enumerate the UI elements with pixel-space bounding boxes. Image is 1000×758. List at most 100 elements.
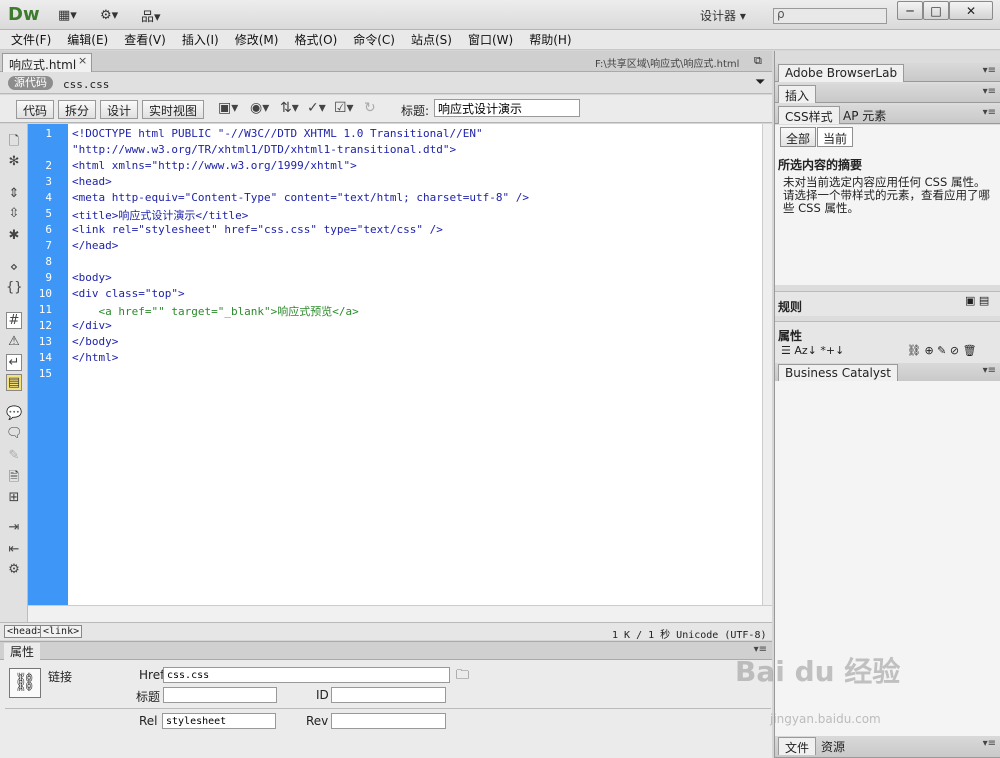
document-toolbar: 代码 拆分 设计 实时视图 ▣▾ ◉▾ ⇅▾ ✓▾ ☑▾ ↻ 标题: <box>0 95 772 123</box>
code-line: <!DOCTYPE html PUBLIC "-//W3C//DTD XHTML… <box>72 127 483 140</box>
help-search-input[interactable]: ρ <box>773 7 887 24</box>
file-management-icon[interactable]: ⇅▾ <box>280 100 299 116</box>
baidu-watermark: Bai du 经验 <box>735 655 901 688</box>
menu-view[interactable]: 查看(V) <box>124 31 166 48</box>
wrap-tag-icon[interactable]: ✎ <box>6 448 22 463</box>
expand-all-icon[interactable]: ✱ <box>6 228 22 243</box>
select-parent-tag-icon[interactable]: ⋄ <box>6 260 22 275</box>
files-tab[interactable]: 文件 <box>778 737 817 755</box>
related-file-css[interactable]: css.css <box>63 78 109 91</box>
panel-menu-icon[interactable]: ▾≡ <box>983 107 996 118</box>
open-documents-icon[interactable]: 🗋 <box>6 132 22 154</box>
source-code-button[interactable]: 源代码 <box>8 76 53 90</box>
show-code-navigator-icon[interactable]: ✻ <box>6 154 22 169</box>
live-view-button[interactable]: 实时视图 <box>142 100 205 119</box>
css-action-icons[interactable]: ⛓ ⊕ ✎ ⊘ 🗑 <box>907 344 977 357</box>
css-styles-tab[interactable]: CSS样式 <box>778 106 840 124</box>
indent-code-icon[interactable]: ⇥ <box>6 520 22 535</box>
rules-title: 规则 <box>778 300 803 314</box>
properties-tab[interactable]: 属性 <box>4 643 41 660</box>
browserlab-tab[interactable]: Adobe BrowserLab <box>778 64 905 82</box>
workspace-switcher[interactable]: 设计器 ▾ <box>700 7 746 24</box>
panel-menu-icon[interactable]: ▾≡ <box>983 65 996 76</box>
layout-icon[interactable]: ▦▾ <box>58 6 77 24</box>
format-source-icon[interactable]: ⚙ <box>6 562 22 577</box>
line-number: 7 <box>45 239 52 252</box>
code-view-button[interactable]: 代码 <box>16 100 55 119</box>
syntax-coloring-icon[interactable]: ▤ <box>6 374 22 391</box>
document-path: F:\共享区域\响应式\响应式.html <box>595 59 740 70</box>
files-panel-header: 文件 资源 ▾≡ <box>775 736 1000 758</box>
rel-input[interactable] <box>162 713 276 729</box>
browser-preview-icon[interactable]: ◉▾ <box>250 100 269 116</box>
href-input[interactable] <box>163 667 450 683</box>
related-files-bar: 源代码 css.css ⏷ <box>0 72 772 94</box>
code-editor[interactable]: <!DOCTYPE html PUBLIC "-//W3C//DTD XHTML… <box>68 124 762 605</box>
multiscreen-icon[interactable]: ▣▾ <box>218 100 238 116</box>
site-icon[interactable]: 品▾ <box>141 6 161 25</box>
menu-file[interactable]: 文件(F) <box>11 31 51 48</box>
folder-icon[interactable]: 🗀 <box>456 666 469 688</box>
menu-insert[interactable]: 插入(I) <box>182 31 219 48</box>
maximize-button[interactable]: □ <box>923 1 949 20</box>
rev-input[interactable] <box>331 713 446 729</box>
apply-comment-icon[interactable]: 💬 <box>6 406 22 421</box>
remove-comment-icon[interactable]: 🗨 <box>6 426 23 441</box>
word-wrap-icon[interactable]: ↵ <box>6 354 22 371</box>
all-rules-button[interactable]: 全部 <box>780 127 817 147</box>
category-view-icon[interactable]: ☰ Az↓ *+↓ <box>781 344 844 357</box>
menu-help[interactable]: 帮助(H) <box>529 31 571 48</box>
vertical-scrollbar[interactable] <box>762 124 772 605</box>
insert-tab[interactable]: 插入 <box>778 85 817 103</box>
css-panel-header: CSS样式 AP 元素 ▾≡ <box>775 105 1000 124</box>
horizontal-scrollbar[interactable] <box>28 605 772 622</box>
menu-site[interactable]: 站点(S) <box>411 31 452 48</box>
close-tab-icon[interactable]: × <box>78 54 87 67</box>
collapse-full-tag-icon[interactable]: ⇕ <box>6 186 22 201</box>
line-number: 1 <box>45 127 52 140</box>
balance-braces-icon[interactable]: {} <box>6 280 23 295</box>
current-rules-button[interactable]: 当前 <box>817 127 854 147</box>
document-tab-bar: 响应式.html × F:\共享区域\响应式\响应式.html ⧉ <box>0 51 772 72</box>
code-line: <div class="top"> <box>72 287 185 300</box>
check-browser-icon[interactable]: ☑▾ <box>334 100 354 116</box>
id-input[interactable] <box>331 687 446 703</box>
design-view-button[interactable]: 设计 <box>100 100 139 119</box>
line-numbers-icon[interactable]: # <box>6 312 22 329</box>
panel-menu-icon[interactable]: ▾≡ <box>983 365 996 376</box>
ap-elements-tab[interactable]: AP 元素 <box>837 106 892 124</box>
split-view-button[interactable]: 拆分 <box>58 100 97 119</box>
w3c-validation-icon[interactable]: ✓▾ <box>307 100 326 116</box>
collapse-selection-icon[interactable]: ⇳ <box>6 206 22 221</box>
browserlab-panel-header: Adobe BrowserLab ▾≡ <box>775 63 1000 82</box>
filter-icon[interactable]: ⏷ <box>755 75 765 90</box>
close-window-button[interactable]: ✕ <box>949 1 993 20</box>
panel-menu-icon[interactable]: ▾≡ <box>983 738 996 749</box>
move-css-icon[interactable]: ⊞ <box>6 490 22 505</box>
title-field-input[interactable] <box>163 687 277 703</box>
line-number: 6 <box>45 223 52 236</box>
code-line: <title>响应式设计演示</title> <box>72 209 249 222</box>
properties-header: 属性 ▾≡ <box>0 642 772 660</box>
business-catalyst-tab[interactable]: Business Catalyst <box>778 364 898 382</box>
menu-commands[interactable]: 命令(C) <box>353 31 395 48</box>
menu-edit[interactable]: 编辑(E) <box>67 31 108 48</box>
element-type-label: 链接 <box>48 670 73 684</box>
outdent-code-icon[interactable]: ⇤ <box>6 542 22 557</box>
highlight-invalid-code-icon[interactable]: ⚠ <box>6 334 22 349</box>
business-catalyst-header: Business Catalyst ▾≡ <box>775 363 1000 382</box>
tag-selector-link[interactable]: <link> <box>40 625 83 638</box>
document-title-input[interactable] <box>434 99 580 117</box>
gear-icon[interactable]: ⚙▾ <box>100 6 118 24</box>
rule-view-icons[interactable]: ▣ ▤ <box>965 294 989 307</box>
panel-menu-icon[interactable]: ▾≡ <box>983 86 996 97</box>
assets-tab[interactable]: 资源 <box>815 737 851 755</box>
refresh-icon[interactable]: ↻ <box>364 100 376 116</box>
menu-window[interactable]: 窗口(W) <box>468 31 513 48</box>
menu-format[interactable]: 格式(O) <box>294 31 337 48</box>
menu-modify[interactable]: 修改(M) <box>235 31 279 48</box>
minimize-button[interactable]: ─ <box>897 1 923 20</box>
rules-section: 规则 ▣ ▤ <box>775 291 1000 316</box>
restore-icon[interactable]: ⧉ <box>754 54 762 68</box>
recent-snippets-icon[interactable]: 🗎 <box>6 468 22 490</box>
